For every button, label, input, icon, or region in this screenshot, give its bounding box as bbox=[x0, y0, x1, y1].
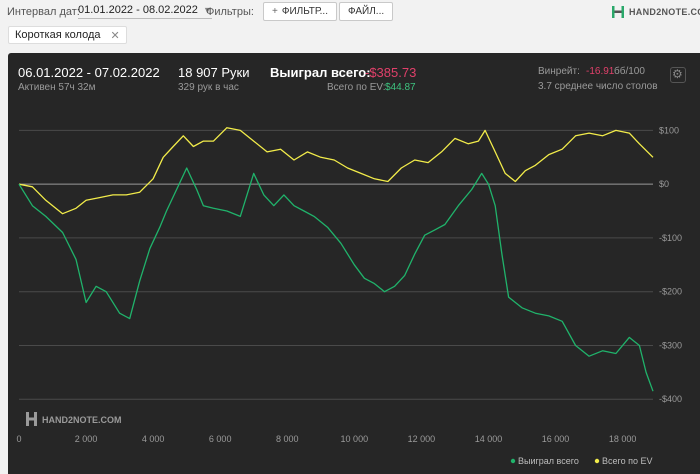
filter-chip-label: Короткая колода bbox=[15, 29, 101, 41]
x-tick-label: 2 000 bbox=[75, 434, 98, 444]
brand-logo-text: HAND2NOTE.COM bbox=[629, 6, 700, 17]
date-range-value: 01.01.2022 - 08.02.2022 bbox=[78, 4, 198, 16]
y-axis-ticks: $100 $0 -$100 -$200 -$300 -$400 bbox=[659, 125, 682, 404]
file-button[interactable]: ФАЙЛ... bbox=[339, 2, 394, 21]
x-tick-label: 14 000 bbox=[475, 434, 503, 444]
brand-logo: HAND2NOTE.COM bbox=[611, 3, 700, 20]
filter-chip[interactable]: Короткая колода ✕ bbox=[8, 26, 127, 44]
graph-legend: Выиграл всего Всего по EV bbox=[510, 456, 652, 466]
graph-grid bbox=[19, 129, 653, 400]
profit-graph: $100 $0 -$100 -$200 -$300 -$400 0 2 000 4 000 6 … bbox=[16, 125, 682, 466]
filters-label: Фильтры: bbox=[206, 6, 254, 18]
watermark-logo-bar bbox=[29, 417, 34, 421]
legend-label: Выиграл всего bbox=[518, 456, 579, 466]
date-range-select[interactable]: 01.01.2022 - 08.02.2022 ▼ bbox=[78, 4, 212, 19]
x-tick-label: 6 000 bbox=[209, 434, 232, 444]
y-tick-label: -$300 bbox=[659, 340, 682, 350]
x-tick-label: 18 000 bbox=[609, 434, 637, 444]
date-range-label: Интервал дат: bbox=[7, 6, 80, 18]
x-tick-label: 10 000 bbox=[341, 434, 369, 444]
legend-marker bbox=[594, 458, 600, 464]
y-tick-label: -$400 bbox=[659, 394, 682, 404]
x-tick-label: 12 000 bbox=[408, 434, 436, 444]
graph-watermark: HAND2NOTE.COM bbox=[26, 412, 122, 426]
add-filter-button[interactable]: + ФИЛЬТР... bbox=[263, 2, 337, 21]
file-button-label: ФАЙЛ... bbox=[348, 6, 385, 17]
watermark-logo-left bbox=[26, 412, 29, 426]
y-tick-label: -$100 bbox=[659, 233, 682, 243]
plus-icon: + bbox=[272, 6, 278, 17]
y-tick-label: -$200 bbox=[659, 287, 682, 297]
watermark-logo-right bbox=[34, 412, 37, 426]
x-tick-label: 8 000 bbox=[276, 434, 299, 444]
watermark-text: HAND2NOTE.COM bbox=[42, 415, 122, 425]
x-tick-label: 16 000 bbox=[542, 434, 570, 444]
hand2note-logo-icon bbox=[611, 5, 625, 19]
close-icon[interactable]: ✕ bbox=[111, 29, 120, 43]
graph-panel: 06.01.2022 - 07.02.2022 Активен 57ч 32м … bbox=[8, 53, 700, 474]
graph-lines bbox=[18, 127, 654, 392]
x-tick-label: 4 000 bbox=[142, 434, 165, 444]
x-axis-ticks: 0 2 000 4 000 6 000 8 000 10 000 12 000 14 000 1… bbox=[16, 434, 636, 444]
series-line-1 bbox=[18, 127, 654, 215]
y-tick-label: $100 bbox=[659, 125, 679, 135]
add-filter-label: ФИЛЬТР... bbox=[281, 6, 328, 17]
legend-marker bbox=[510, 458, 516, 464]
x-tick-label: 0 bbox=[16, 434, 21, 444]
series-line-0 bbox=[18, 167, 654, 392]
top-toolbar: Интервал дат: 01.01.2022 - 08.02.2022 ▼ … bbox=[0, 0, 700, 24]
y-tick-label: $0 bbox=[659, 179, 669, 189]
legend-label: Всего по EV bbox=[602, 456, 652, 466]
